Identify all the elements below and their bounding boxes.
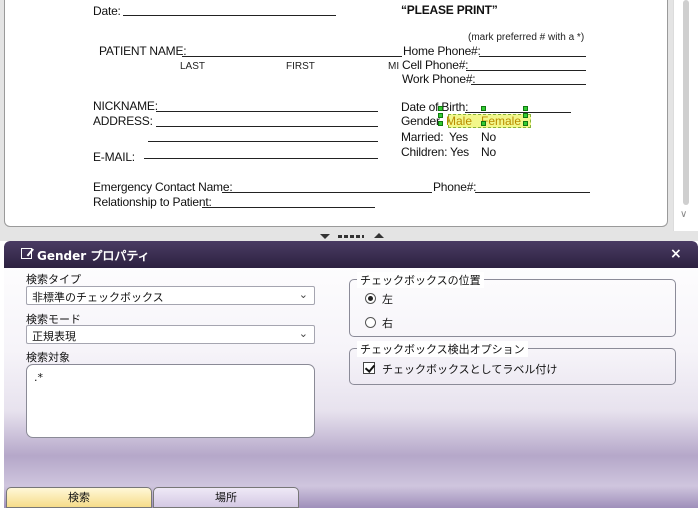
married-no: No (481, 130, 496, 144)
detect-options-group: チェックボックス検出オプション チェックボックスとしてラベル付け (349, 341, 676, 385)
address-line-1 (156, 126, 378, 127)
dob-label: Date of Birth: (401, 100, 469, 114)
nickname-line (156, 111, 378, 112)
search-target-value: .* (34, 371, 43, 384)
tab-search[interactable]: 検索 (6, 487, 152, 508)
search-type-select[interactable]: 非標準のチェックボックス ⌄ (26, 286, 315, 305)
cell-phone-label: Cell Phone#: (402, 58, 469, 72)
close-icon[interactable]: × (670, 246, 682, 262)
married-yes: Yes (449, 130, 468, 144)
resize-handle-bl[interactable] (438, 121, 443, 126)
radio-left-label[interactable]: 左 (382, 291, 393, 307)
splitter-grip[interactable] (338, 235, 364, 238)
date-line (123, 15, 336, 16)
expand-up-icon[interactable] (374, 233, 384, 238)
patient-name-label: PATIENT NAME: (99, 44, 187, 58)
chevron-down-icon: ⌄ (298, 327, 308, 340)
pane-splitter[interactable] (0, 231, 698, 241)
radio-right-label[interactable]: 右 (382, 315, 393, 331)
relationship-label: Relationship to Patient: (93, 195, 212, 209)
email-label: E-MAIL: (93, 150, 135, 164)
checkbox-position-title: チェックボックスの位置 (357, 272, 484, 288)
work-phone-line (471, 84, 586, 85)
relationship-line (202, 207, 375, 208)
search-mode-value: 正規表現 (32, 330, 76, 343)
children-label: Children: (401, 145, 448, 159)
address-label: ADDRESS: (93, 114, 153, 128)
panel-title: Gender プロパティ (37, 249, 150, 263)
collapse-down-icon[interactable] (320, 234, 330, 239)
search-type-label: 検索タイプ (26, 273, 81, 286)
cell-phone-line (466, 70, 586, 71)
dob-line (465, 112, 571, 113)
resize-handle-bm[interactable] (481, 121, 486, 126)
married-label: Married: (401, 130, 444, 144)
chevron-down-icon: ⌄ (298, 288, 308, 301)
children-no: No (481, 145, 496, 159)
scrollbar-thumb[interactable] (683, 0, 689, 205)
mark-note: (mark preferred # with a *) (468, 32, 585, 43)
radio-right[interactable] (365, 317, 376, 328)
phone-label: Phone#: (433, 180, 477, 194)
gender-female-option[interactable]: Female (481, 114, 521, 128)
form-page: Date: “PLEASE PRINT” (mark preferred # w… (4, 0, 668, 227)
properties-panel: Gender プロパティ × 検索タイプ 非標準のチェックボックス ⌄ 検索モー… (4, 241, 698, 508)
nickname-label: NICKNAME: (93, 99, 158, 113)
search-mode-select[interactable]: 正規表現 ⌄ (26, 325, 315, 344)
resize-handle-tl[interactable] (438, 106, 443, 111)
please-print: “PLEASE PRINT” (401, 3, 498, 17)
patient-name-line (182, 56, 402, 57)
gender-male-option[interactable]: Male (446, 114, 472, 128)
search-target-label: 検索対象 (26, 351, 70, 364)
name-part-first: FIRST (286, 61, 315, 72)
search-type-value: 非標準のチェックボックス (32, 291, 164, 304)
name-part-mi: MI (388, 61, 400, 72)
panel-tabs: 検索 場所 (4, 487, 698, 508)
label-as-checkbox-label[interactable]: チェックボックスとしてラベル付け (382, 361, 557, 377)
panel-title-bar: Gender プロパティ × (4, 241, 698, 268)
address-line-2 (148, 141, 378, 142)
home-phone-label: Home Phone#: (403, 44, 481, 58)
home-phone-line (479, 56, 586, 57)
children-yes: Yes (450, 145, 469, 159)
label-as-checkbox-check[interactable] (363, 362, 375, 374)
checkbox-position-group: チェックボックスの位置 左 右 (349, 272, 676, 337)
vertical-scrollbar[interactable]: ∨ (673, 0, 698, 231)
gender-label: Gender (401, 114, 440, 128)
scroll-down-icon[interactable]: ∨ (680, 209, 687, 220)
resize-handle-mr[interactable] (523, 113, 528, 118)
tab-location[interactable]: 場所 (153, 487, 299, 508)
resize-handle-tm[interactable] (481, 106, 486, 111)
name-part-last: LAST (180, 61, 206, 72)
emergency-contact-label: Emergency Contact Name: (93, 180, 233, 194)
resize-handle-ml[interactable] (438, 113, 443, 118)
detect-options-title: チェックボックス検出オプション (357, 341, 528, 357)
work-phone-label: Work Phone#: (402, 72, 476, 86)
document-preview: Date: “PLEASE PRINT” (mark preferred # w… (0, 0, 698, 231)
phone-line (475, 192, 590, 193)
resize-handle-br[interactable] (523, 121, 528, 126)
email-line (144, 158, 378, 159)
radio-left[interactable] (365, 293, 376, 304)
search-target-textarea[interactable]: .* (26, 364, 315, 438)
date-label: Date: (93, 4, 121, 18)
edit-checkbox-icon (21, 248, 32, 259)
resize-handle-tr[interactable] (523, 106, 528, 111)
emergency-contact-line (222, 192, 432, 193)
